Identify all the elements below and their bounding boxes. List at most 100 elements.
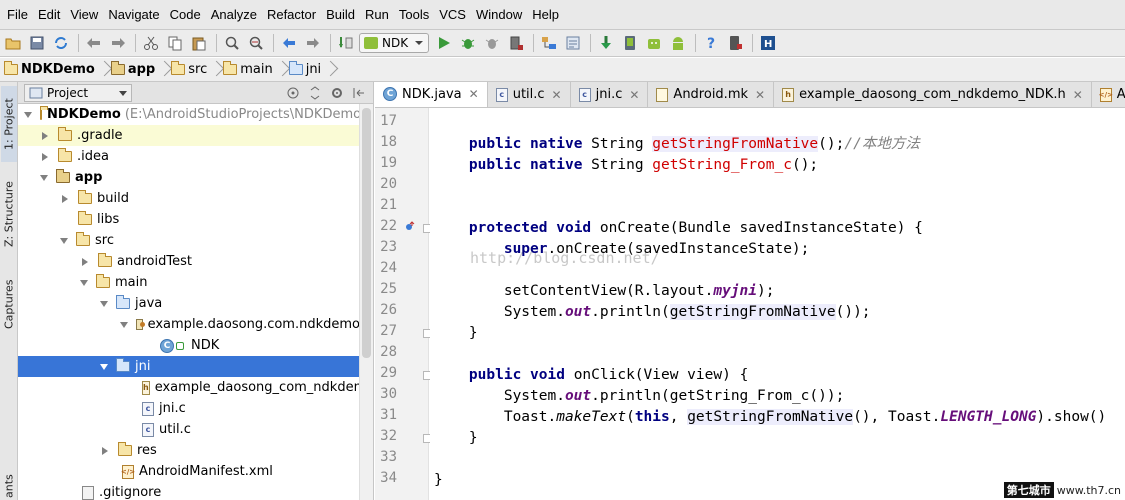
menu-navigate[interactable]: Navigate: [103, 7, 164, 22]
tree-item-gradle[interactable]: .gradle: [18, 125, 360, 146]
close-icon[interactable]: ✕: [629, 88, 639, 102]
expand-arrow-icon[interactable]: [100, 300, 108, 307]
tree-item-libs[interactable]: libs: [18, 209, 360, 230]
close-icon[interactable]: ✕: [1073, 88, 1083, 102]
expand-arrow-icon[interactable]: [62, 194, 68, 203]
tree-item-header-file[interactable]: h example_daosong_com_ndkdemo_: [18, 377, 360, 398]
breadcrumb-jni[interactable]: jni: [288, 61, 321, 77]
menu-vcs[interactable]: VCS: [434, 7, 471, 22]
tab-android-mk[interactable]: Android.mk ✕: [648, 82, 775, 107]
expand-arrow-icon[interactable]: [102, 446, 108, 455]
breadcrumb-main[interactable]: main: [223, 61, 273, 77]
help-icon[interactable]: ?: [700, 32, 722, 54]
redo-icon[interactable]: [107, 32, 129, 54]
tab-project-tool[interactable]: 1: Project: [1, 86, 17, 162]
replace-icon[interactable]: [245, 32, 267, 54]
make-project-icon[interactable]: [335, 32, 357, 54]
debug-icon[interactable]: [457, 32, 479, 54]
menu-help[interactable]: Help: [527, 7, 564, 22]
tab-captures-tool[interactable]: Captures: [1, 272, 17, 336]
tree-item-main[interactable]: main: [18, 272, 360, 293]
tree-item-util-c[interactable]: c util.c: [18, 419, 360, 440]
tree-item-src[interactable]: src: [18, 230, 360, 251]
sdk-manager-icon[interactable]: [595, 32, 617, 54]
tree-item-package[interactable]: example.daosong.com.ndkdemo: [18, 314, 360, 335]
target-icon[interactable]: [285, 85, 301, 101]
hide-panel-icon[interactable]: [351, 85, 367, 101]
tab-bottom-tool[interactable]: ants: [1, 472, 17, 500]
phone-stop-icon[interactable]: [724, 32, 746, 54]
menu-run[interactable]: Run: [360, 7, 394, 22]
run-icon[interactable]: [433, 32, 455, 54]
open-folder-icon[interactable]: [2, 32, 24, 54]
breadcrumb-src[interactable]: src: [171, 61, 207, 77]
tree-item-app[interactable]: app: [18, 167, 360, 188]
expand-arrow-icon[interactable]: [60, 237, 68, 244]
device-monitor-icon[interactable]: [643, 32, 665, 54]
forward-icon[interactable]: [302, 32, 324, 54]
expand-arrow-icon[interactable]: [40, 174, 48, 181]
tab-structure-tool[interactable]: Z: Structure: [1, 174, 17, 254]
tab-android-manifest[interactable]: </> AndroidM: [1091, 82, 1125, 107]
tree-item-ndkdemo[interactable]: NDKDemo (E:\AndroidStudioProjects\NDKDem…: [18, 104, 360, 125]
close-icon[interactable]: ✕: [552, 88, 562, 102]
stop-icon[interactable]: [505, 32, 527, 54]
tree-item-jni[interactable]: jni: [18, 356, 360, 377]
tab-util-c[interactable]: c util.c ✕: [487, 82, 571, 107]
tab-jni-c[interactable]: c jni.c ✕: [570, 82, 649, 107]
close-icon[interactable]: ✕: [469, 87, 479, 101]
menu-window[interactable]: Window: [471, 7, 527, 22]
hierarchy-viewer-icon[interactable]: H: [757, 32, 779, 54]
menu-build[interactable]: Build: [321, 7, 360, 22]
expand-arrow-icon[interactable]: [120, 321, 128, 328]
tree-item-build[interactable]: build: [18, 188, 360, 209]
cut-icon[interactable]: [140, 32, 162, 54]
sync-icon[interactable]: [50, 32, 72, 54]
project-view-select[interactable]: Project: [24, 83, 132, 102]
gear-icon[interactable]: [329, 85, 345, 101]
settings-icon[interactable]: [562, 32, 584, 54]
tab-ndk-java[interactable]: C NDK.java ✕: [375, 82, 488, 107]
copy-icon[interactable]: [164, 32, 186, 54]
breadcrumb-app[interactable]: app: [110, 61, 155, 77]
tree-item-gitignore[interactable]: .gitignore: [18, 482, 360, 500]
menu-edit[interactable]: Edit: [33, 7, 65, 22]
save-icon[interactable]: [26, 32, 48, 54]
menu-file[interactable]: File: [2, 7, 33, 22]
android-robot-icon[interactable]: [667, 32, 689, 54]
expand-arrow-icon[interactable]: [100, 363, 108, 370]
tree-item-java[interactable]: java: [18, 293, 360, 314]
expand-arrow-icon[interactable]: [42, 131, 48, 140]
override-icon[interactable]: [405, 221, 415, 231]
menu-code[interactable]: Code: [165, 7, 206, 22]
find-icon[interactable]: [221, 32, 243, 54]
breadcrumb-ndkdemo[interactable]: NDKDemo: [4, 61, 95, 77]
close-icon[interactable]: ✕: [755, 88, 765, 102]
collapse-all-icon[interactable]: [307, 85, 323, 101]
tree-item-androidtest[interactable]: androidTest: [18, 251, 360, 272]
menu-tools[interactable]: Tools: [394, 7, 434, 22]
menu-refactor[interactable]: Refactor: [262, 7, 321, 22]
back-icon[interactable]: [278, 32, 300, 54]
editor-gutter[interactable]: 17 18 19 20 21 22 23 24 25 26 27 28 29 3…: [375, 108, 432, 500]
paste-icon[interactable]: [188, 32, 210, 54]
avd-manager-icon[interactable]: [619, 32, 641, 54]
tree-item-idea[interactable]: .idea: [18, 146, 360, 167]
tree-item-ndk-class[interactable]: C NDK: [18, 335, 360, 356]
tab-ndk-header[interactable]: h example_daosong_com_ndkdemo_NDK.h ✕: [774, 82, 1092, 107]
attach-debugger-icon[interactable]: [481, 32, 503, 54]
expand-arrow-icon[interactable]: [80, 279, 88, 286]
menu-analyze[interactable]: Analyze: [206, 7, 262, 22]
expand-arrow-icon[interactable]: [82, 257, 88, 266]
expand-arrow-icon[interactable]: [42, 152, 48, 161]
tree-item-res[interactable]: res: [18, 440, 360, 461]
run-config-select[interactable]: NDK: [359, 33, 430, 53]
undo-icon[interactable]: [83, 32, 105, 54]
menu-view[interactable]: View: [65, 7, 103, 22]
tree-item-jni-c[interactable]: c jni.c: [18, 398, 360, 419]
project-structure-icon[interactable]: [538, 32, 560, 54]
tree-item-manifest[interactable]: </> AndroidManifest.xml: [18, 461, 360, 482]
code-editor[interactable]: http://blog.csdn.net/ public native Stri…: [430, 108, 1125, 500]
scrollbar-thumb[interactable]: [362, 108, 371, 358]
expand-arrow-icon[interactable]: [24, 111, 32, 118]
